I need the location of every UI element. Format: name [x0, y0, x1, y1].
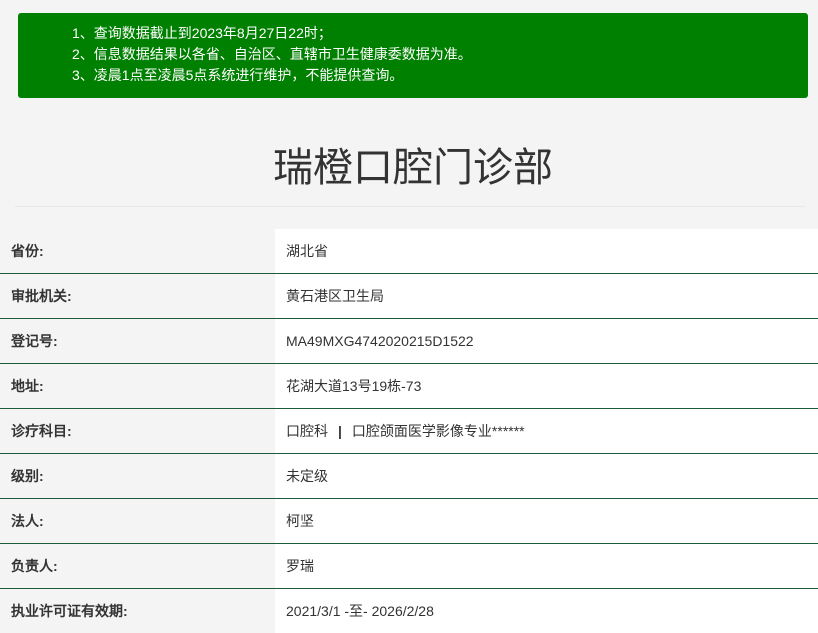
- province-value: 湖北省: [275, 229, 818, 273]
- table-row-province: 省份: 湖北省: [0, 229, 818, 274]
- registration-number-value: MA49MXG4742020215D1522: [275, 319, 818, 363]
- page-title: 瑞橙口腔门诊部: [273, 146, 553, 190]
- notice-line: 1、查询数据截止到2023年8月27日22时；: [72, 25, 332, 41]
- info-table: 省份: 湖北省 审批机关: 黄石港区卫生局 登记号: MA49MXG474202…: [0, 229, 818, 633]
- notice-line: 3、凌晨1点至凌晨5点系统进行维护，不能提供查询。: [72, 67, 404, 83]
- table-row-legal-person: 法人: 柯坚: [0, 499, 818, 544]
- table-row-approval-authority: 审批机关: 黄石港区卫生局: [0, 274, 818, 319]
- notice-line: 2、信息数据结果以各省、自治区、直辖市卫生健康委数据为准。: [72, 46, 472, 62]
- address-value: 花湖大道13号19栋-73: [275, 364, 818, 408]
- level-label: 级别:: [0, 454, 275, 498]
- subject-item: 口腔颌面医学影像专业******: [351, 423, 525, 439]
- divider: [15, 206, 805, 207]
- notice-banner: 1、查询数据截止到2023年8月27日22时； 2、信息数据结果以各省、自治区、…: [18, 13, 808, 98]
- medical-subjects-label: 诊疗科目:: [0, 409, 275, 453]
- person-in-charge-label: 负责人:: [0, 544, 275, 588]
- license-validity-value: 2021/3/1 -至- 2026/2/28: [275, 589, 818, 633]
- approval-authority-value: 黄石港区卫生局: [275, 274, 818, 318]
- person-in-charge-value: 罗瑞: [275, 544, 818, 588]
- subject-item: 口腔科: [286, 423, 328, 439]
- level-value: 未定级: [275, 454, 818, 498]
- table-row-address: 地址: 花湖大道13号19栋-73: [0, 364, 818, 409]
- table-row-medical-subjects: 诊疗科目: 口腔科 | 口腔颌面医学影像专业******: [0, 409, 818, 454]
- legal-person-value: 柯坚: [275, 499, 818, 543]
- table-row-level: 级别: 未定级: [0, 454, 818, 499]
- legal-person-label: 法人:: [0, 499, 275, 543]
- approval-authority-label: 审批机关:: [0, 274, 275, 318]
- registration-number-label: 登记号:: [0, 319, 275, 363]
- province-label: 省份:: [0, 229, 275, 273]
- address-label: 地址:: [0, 364, 275, 408]
- table-row-person-in-charge: 负责人: 罗瑞: [0, 544, 818, 589]
- medical-subjects-value: 口腔科 | 口腔颌面医学影像专业******: [275, 409, 818, 453]
- subject-separator: |: [338, 423, 342, 439]
- license-validity-label: 执业许可证有效期:: [0, 589, 275, 633]
- table-row-registration-number: 登记号: MA49MXG4742020215D1522: [0, 319, 818, 364]
- table-row-license-validity: 执业许可证有效期: 2021/3/1 -至- 2026/2/28: [0, 589, 818, 633]
